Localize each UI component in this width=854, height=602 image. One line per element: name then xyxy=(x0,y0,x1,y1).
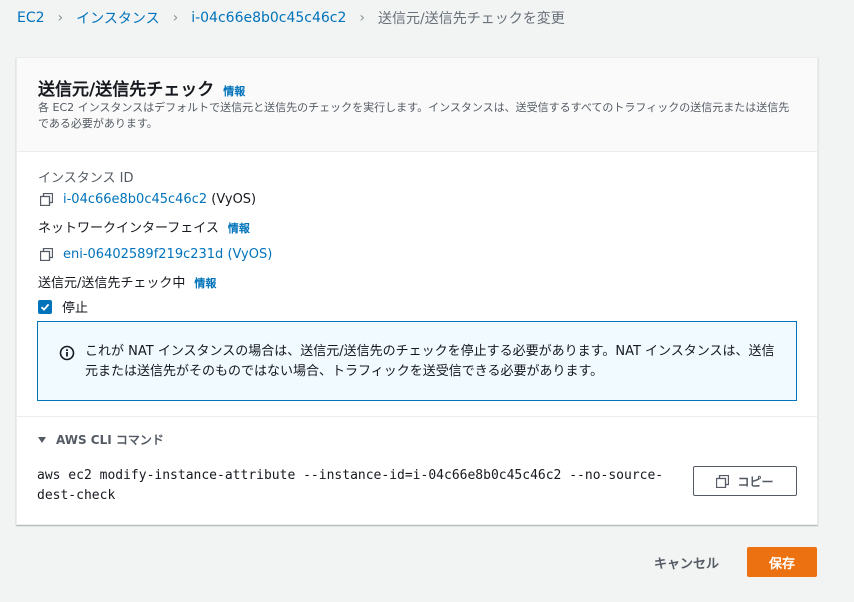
save-button[interactable]: 保存 xyxy=(747,547,817,577)
panel-title-text: 送信元/送信先チェック xyxy=(38,80,215,100)
instance-name: (VyOS) xyxy=(211,192,257,207)
network-interface-row: eni-06402589f219c231d (VyOS) xyxy=(40,247,272,262)
stop-checkbox[interactable] xyxy=(38,299,52,314)
aws-cli-toggle-label: AWS CLI コマンド xyxy=(56,433,164,447)
panel-header: 送信元/送信先チェック 情報 各 EC2 インスタンスはデフォルトで送信元と送信先… xyxy=(17,58,817,152)
breadcrumb-link-ec2[interactable]: EC2 xyxy=(17,10,45,26)
panel-description: 各 EC2 インスタンスはデフォルトで送信元と送信先のチェックを実行します。イン… xyxy=(38,101,790,130)
check-info-link[interactable]: 情報 xyxy=(194,277,216,290)
info-icon xyxy=(59,345,75,361)
checkmark-icon xyxy=(40,303,50,311)
source-dest-check-panel: 送信元/送信先チェック 情報 各 EC2 インスタンスはデフォルトで送信元と送信先… xyxy=(16,57,818,525)
breadcrumb: EC2 › インスタンス › i-04c66e8b0c45c46c2 › 送信元… xyxy=(17,8,565,28)
cli-command: aws ec2 modify-instance-attribute --inst… xyxy=(37,468,664,503)
divider xyxy=(17,416,817,417)
breadcrumb-link-instance-id[interactable]: i-04c66e8b0c45c46c2 xyxy=(191,10,346,26)
instance-id-label: インスタンス ID xyxy=(38,171,134,186)
instance-id-row: i-04c66e8b0c45c46c2 (VyOS) xyxy=(40,192,256,207)
caret-down-icon xyxy=(38,436,46,443)
copy-icon[interactable] xyxy=(40,248,53,261)
panel-title: 送信元/送信先チェック 情報 xyxy=(38,75,245,100)
alert-text: これが NAT インスタンスの場合は、送信元/送信先のチェックを停止する必要があ… xyxy=(85,344,775,379)
copy-button-label: コピー xyxy=(737,474,774,489)
info-link[interactable]: 情報 xyxy=(223,85,245,98)
copy-button[interactable]: コピー xyxy=(693,466,797,496)
breadcrumb-link-instances[interactable]: インスタンス xyxy=(76,8,159,28)
network-interface-label: ネットワークインターフェイス 情報 xyxy=(38,217,250,236)
nat-info-alert: これが NAT インスタンスの場合は、送信元/送信先のチェックを停止する必要があ… xyxy=(37,321,797,401)
chevron-right-icon: › xyxy=(359,10,366,26)
aws-cli-toggle[interactable]: AWS CLI コマンド xyxy=(38,431,164,448)
stop-checkbox-label: 停止 xyxy=(62,301,89,316)
cancel-button[interactable]: キャンセル xyxy=(646,547,727,577)
network-interface-info-link[interactable]: 情報 xyxy=(228,222,250,235)
network-interface-label-text: ネットワークインターフェイス xyxy=(38,221,219,236)
network-interface-link[interactable]: eni-06402589f219c231d (VyOS) xyxy=(63,247,272,262)
chevron-right-icon: › xyxy=(57,10,64,26)
copy-icon xyxy=(716,474,730,488)
copy-icon[interactable] xyxy=(40,193,53,206)
check-label-text: 送信元/送信先チェック中 xyxy=(38,276,186,291)
chevron-right-icon: › xyxy=(172,10,179,26)
instance-id-link[interactable]: i-04c66e8b0c45c46c2 xyxy=(63,192,207,207)
breadcrumb-current: 送信元/送信先チェックを変更 xyxy=(378,11,565,27)
stop-checkbox-row: 停止 xyxy=(38,297,88,316)
check-label: 送信元/送信先チェック中 情報 xyxy=(38,272,216,291)
